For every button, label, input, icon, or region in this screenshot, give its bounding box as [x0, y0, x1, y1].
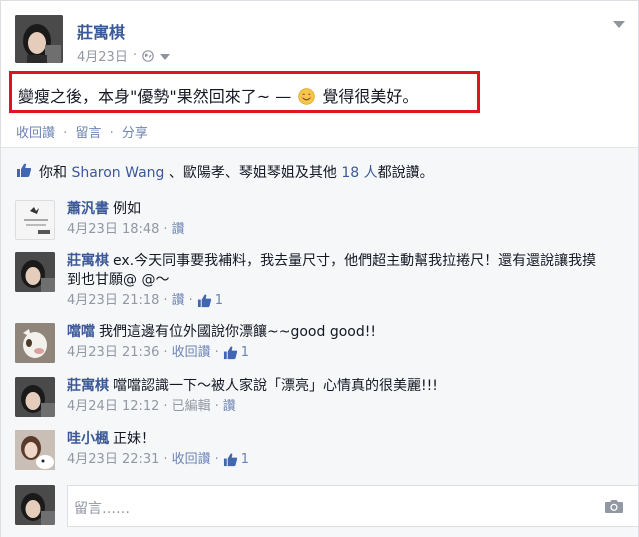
smiling-face-emoji-icon: [298, 88, 316, 105]
comment-body: 哇小楓 正妹！ 4月23日 22:31 · 收回讚 · 1: [67, 430, 607, 469]
chevron-down-icon[interactable]: [613, 21, 625, 28]
thumbs-up-icon: [197, 294, 211, 308]
meta-separator: ·: [163, 293, 168, 308]
post-header: 莊寓棋 4月23日 ·: [15, 15, 625, 67]
comment-item: 莊寓棋 噹噹認識一下～被人家說「漂亮」心情真的很美麗!!! 4月24日 12:12…: [15, 377, 625, 419]
share-button[interactable]: 分享: [122, 126, 148, 141]
comment-body: 噹噹 我們這邊有位外國說你漂饟~~good good!! 4月23日 21:36 …: [67, 323, 607, 362]
comment-author[interactable]: 莊寓棋: [67, 378, 109, 394]
comment-like-button[interactable]: 讚: [223, 397, 236, 416]
comments-section: 蕭汎書例如 4月23日 18:48 · 讚 莊寓棋ex.今天同事要我補料，我: [1, 190, 639, 537]
comment-input-placeholder: 留言……: [74, 501, 130, 517]
current-user-avatar: [15, 485, 55, 525]
comment-body: 蕭汎書 例如 4月23日 18:48 · 讚: [67, 200, 607, 239]
commenter-avatar[interactable]: [15, 200, 55, 240]
likes-summary: 你和 Sharon Wang 、歐陽孝、琴姐琴姐及其他 18 人都說讚。: [1, 148, 638, 190]
comment-item: 莊寓棋 ex.今天同事要我補料，我去量尺寸，他們超主動幫我拉捲尺！還有還說讓我摸到…: [15, 252, 625, 312]
meta-separator: ·: [188, 293, 193, 308]
comment-author[interactable]: 哇小楓: [67, 431, 109, 447]
status-text-end: 覺得很美好。: [317, 87, 419, 106]
comment-input[interactable]: 留言……: [67, 485, 639, 527]
comment-meta: 4月23日 18:48 · 讚: [67, 220, 607, 239]
status-highlight: 變瘦之後，本身"優勢"果然回來了~ — 覺得很美好。: [9, 71, 480, 113]
comment-meta: 4月23日 21:18 · 讚 · 1: [67, 291, 607, 310]
likes-text: 你和 Sharon Wang 、歐陽孝、琴姐琴姐及其他 18 人都說讚。: [39, 162, 434, 182]
comment-date[interactable]: 4月23日 21:36: [67, 343, 159, 362]
privacy-dropdown-icon[interactable]: [159, 53, 170, 60]
comment-like-count[interactable]: 1: [223, 450, 249, 469]
action-separator: ·: [63, 126, 68, 141]
meta-separator: ·: [132, 48, 137, 63]
meta-separator: ·: [214, 452, 219, 467]
comment-date[interactable]: 4月23日 18:48: [67, 220, 159, 239]
comment-meta: 4月23日 22:31 · 收回讚 · 1: [67, 450, 607, 469]
action-separator: ·: [109, 126, 114, 141]
comment-author[interactable]: 噹噹: [67, 324, 95, 340]
status-text: 變瘦之後，本身"優勢"果然回來了~ — 覺得很美好。: [18, 83, 418, 107]
meta-separator: ·: [163, 399, 168, 414]
comment-text: 我們這邊有位外國說你漂饟~~good good!!: [99, 324, 376, 340]
comment-like-button[interactable]: 讚: [172, 220, 185, 239]
comment-text: ex.今天同事要我補料，我去量尺寸，他們超主動幫我拉捲尺！還有還說讓我摸到也甘願…: [67, 253, 597, 288]
comment-unlike-button[interactable]: 收回讚: [172, 343, 211, 362]
thumbs-up-icon: [17, 163, 32, 177]
likes-prefix: 你和: [39, 165, 72, 181]
status-text-start: 變瘦之後，本身"優勢"果然回來了~ —: [18, 87, 297, 106]
comment-text: 例如: [113, 201, 141, 217]
likes-count-link[interactable]: 18 人: [341, 165, 377, 181]
like-count-value: 1: [240, 452, 249, 467]
thumbs-up-icon: [223, 346, 237, 360]
thumbs-up-icon: [223, 453, 237, 467]
commenter-avatar[interactable]: [15, 323, 55, 363]
commenter-avatar[interactable]: [15, 430, 55, 470]
like-count-value: 1: [240, 345, 249, 360]
post-card: 莊寓棋 4月23日 · 變瘦之後，本身"優勢"果然回來了~ — 覺得很美好。 收…: [0, 0, 639, 537]
commenter-avatar[interactable]: [15, 377, 55, 417]
post-actions: 收回讚 · 留言 · 分享: [16, 122, 148, 141]
meta-separator: ·: [214, 399, 219, 414]
commenter-avatar[interactable]: [15, 252, 55, 292]
comment-like-count[interactable]: 1: [197, 291, 223, 310]
meta-separator: ·: [163, 452, 168, 467]
comment-date[interactable]: 4月23日 21:18: [67, 291, 159, 310]
comment-meta: 4月24日 12:12 · 已編輯 · 讚: [67, 397, 607, 416]
comment-author[interactable]: 蕭汎書: [67, 201, 109, 217]
meta-separator: ·: [163, 222, 168, 237]
comment-unlike-button[interactable]: 收回讚: [172, 450, 211, 469]
comment-like-count[interactable]: 1: [223, 343, 249, 362]
comment-body: 莊寓棋 ex.今天同事要我補料，我去量尺寸，他們超主動幫我拉捲尺！還有還說讓我摸到…: [67, 252, 607, 310]
likes-suffix: 都說讚。: [377, 165, 434, 181]
meta-separator: ·: [214, 345, 219, 360]
comment-date[interactable]: 4月23日 22:31: [67, 450, 159, 469]
comment-meta: 4月23日 21:36 · 收回讚 · 1: [67, 343, 607, 362]
comment-item: 噹噹 我們這邊有位外國說你漂饟~~good good!! 4月23日 21:36 …: [15, 323, 625, 365]
post-meta: 4月23日 ·: [77, 46, 170, 65]
like-count-value: 1: [214, 293, 223, 308]
post-date[interactable]: 4月23日: [77, 46, 128, 65]
likes-middle: 、歐陽孝、琴姐琴姐及其他: [164, 165, 342, 181]
comment-author[interactable]: 莊寓棋: [67, 253, 109, 269]
comment-text: 噹噹認識一下～被人家說「漂亮」心情真的很美麗!!!: [113, 378, 438, 394]
comment-body: 莊寓棋 噹噹認識一下～被人家說「漂亮」心情真的很美麗!!! 4月24日 12:12…: [67, 377, 607, 416]
comment-item: 哇小楓 正妹！ 4月23日 22:31 · 收回讚 · 1: [15, 430, 625, 472]
unlike-button[interactable]: 收回讚: [16, 126, 55, 141]
comment-edited-label[interactable]: 已編輯: [172, 397, 211, 416]
comment-button[interactable]: 留言: [75, 126, 101, 141]
liker-link[interactable]: Sharon Wang: [71, 165, 164, 181]
comment-composer: 留言……: [15, 483, 639, 527]
comment-text: 正妹！: [113, 431, 155, 447]
comment-item: 蕭汎書 例如 4月23日 18:48 · 讚: [15, 200, 625, 240]
camera-icon[interactable]: [604, 498, 624, 514]
post-author-name[interactable]: 莊寓棋: [77, 19, 125, 43]
globe-icon[interactable]: [142, 49, 154, 62]
comment-date[interactable]: 4月24日 12:12: [67, 397, 159, 416]
comment-like-button[interactable]: 讚: [172, 291, 185, 310]
meta-separator: ·: [163, 345, 168, 360]
author-avatar[interactable]: [15, 15, 63, 63]
